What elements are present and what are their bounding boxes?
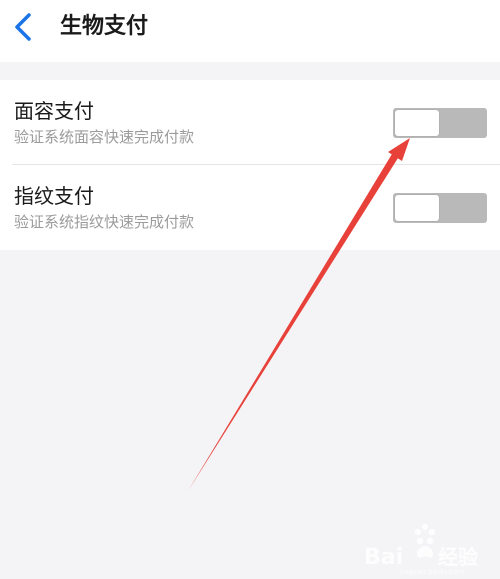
setting-row-fingerprint-pay: 指纹支付 验证系统指纹快速完成付款 xyxy=(0,165,500,249)
svg-text:经验: 经验 xyxy=(438,545,478,569)
toggle-knob xyxy=(395,195,439,221)
fingerprint-pay-toggle[interactable] xyxy=(393,193,487,223)
setting-subtitle: 验证系统面容快速完成付款 xyxy=(14,128,195,146)
face-pay-toggle[interactable] xyxy=(393,108,487,138)
setting-title: 面容支付 xyxy=(14,99,94,123)
svg-text:Bai: Bai xyxy=(364,545,403,570)
settings-card: 面容支付 验证系统面容快速完成付款 指纹支付 验证系统指纹快速完成付款 xyxy=(0,80,500,250)
baidu-watermark-logo: Bai 经验 jingyan.baidu.com xyxy=(364,523,478,576)
setting-subtitle: 验证系统指纹快速完成付款 xyxy=(14,213,195,231)
top-bar: 生物支付 xyxy=(0,0,500,62)
setting-row-face-pay: 面容支付 验证系统面容快速完成付款 xyxy=(0,80,500,164)
toggle-knob xyxy=(395,110,439,136)
svg-text:jingyan.baidu.com: jingyan.baidu.com xyxy=(399,568,465,576)
setting-title: 指纹支付 xyxy=(14,184,94,208)
chevron-left-icon[interactable] xyxy=(8,10,42,44)
page-title: 生物支付 xyxy=(60,14,149,39)
